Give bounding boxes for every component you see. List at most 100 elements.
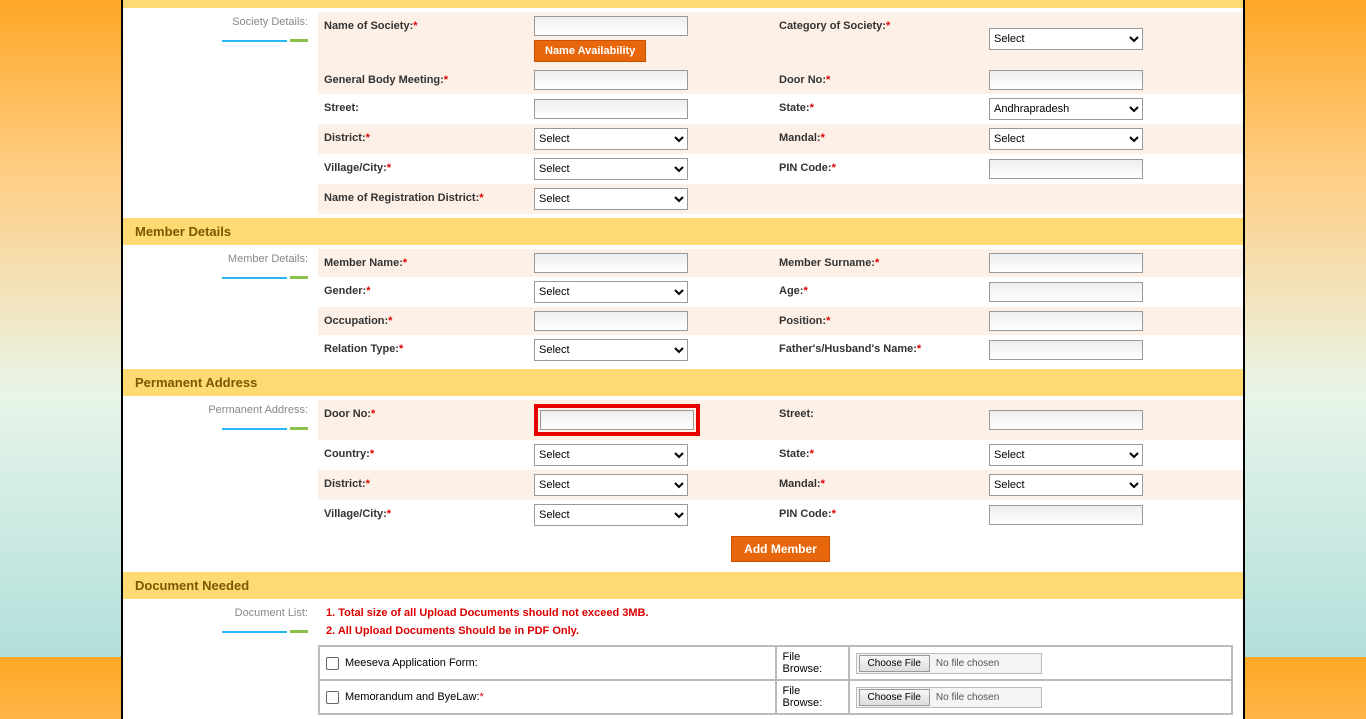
select-relation[interactable]: Select <box>534 339 688 361</box>
row-society-name: Name of Society:* Name Availability Cate… <box>318 12 1243 66</box>
label-age: Age:* <box>773 277 983 307</box>
doc-warning-1: 1. Total size of all Upload Documents sh… <box>318 603 1233 621</box>
row-village: Village/City:* Select PIN Code:* <box>318 154 1243 184</box>
member-details-sidebar: Member Details: <box>123 245 318 369</box>
row-add-member: Add Member <box>318 530 1243 568</box>
doc-label-memorandum: Memorandum and ByeLaw:* <box>345 691 484 703</box>
choose-file-button[interactable]: Choose File <box>859 689 930 706</box>
divider-icon <box>123 624 308 636</box>
document-fields: 1. Total size of all Upload Documents sh… <box>318 599 1243 719</box>
row-perm-country: Country:* Select State:* Select <box>318 440 1243 470</box>
label-pin: PIN Code:* <box>773 154 983 184</box>
permanent-address-block: Permanent Address: Door No:* Street: Cou… <box>123 396 1243 572</box>
divider-icon <box>123 270 308 282</box>
select-perm-country[interactable]: Select <box>534 444 688 466</box>
select-village[interactable]: Select <box>534 158 688 180</box>
member-fields: Member Name:* Member Surname:* Gender:* … <box>318 245 1243 369</box>
document-list-label: Document List: <box>235 607 308 622</box>
permanent-address-sidebar: Permanent Address: <box>123 396 318 572</box>
input-perm-street[interactable] <box>989 410 1143 430</box>
select-category[interactable]: Select <box>989 28 1143 50</box>
table-row: Meeseva Application Form: File Browse: C… <box>319 646 1232 680</box>
input-fh-name[interactable] <box>989 340 1143 360</box>
highlight-box <box>534 404 700 436</box>
doc-label-meeseva: Meeseva Application Form: <box>345 657 478 669</box>
document-table: Meeseva Application Form: File Browse: C… <box>318 645 1233 715</box>
input-door[interactable] <box>989 70 1143 90</box>
label-society-name: Name of Society:* <box>318 12 528 66</box>
input-gbm[interactable] <box>534 70 688 90</box>
select-state[interactable]: Andhrapradesh <box>989 98 1143 120</box>
add-member-button[interactable]: Add Member <box>731 536 830 562</box>
label-member-name: Member Name:* <box>318 249 528 277</box>
input-society-name[interactable] <box>534 16 688 36</box>
label-occupation: Occupation:* <box>318 307 528 335</box>
document-block: Document List: 1. Total size of all Uplo… <box>123 599 1243 719</box>
label-district: District:* <box>318 124 528 154</box>
label-fh-name: Father's/Husband's Name:* <box>773 335 983 365</box>
checkbox-meeseva[interactable] <box>326 657 339 670</box>
label-position: Position:* <box>773 307 983 335</box>
input-member-name[interactable] <box>534 253 688 273</box>
row-perm-village: Village/City:* Select PIN Code:* <box>318 500 1243 530</box>
document-needed-header: Document Needed <box>123 572 1243 599</box>
select-regdist[interactable]: Select <box>534 188 688 210</box>
input-position[interactable] <box>989 311 1143 331</box>
society-fields: Name of Society:* Name Availability Cate… <box>318 8 1243 218</box>
input-age[interactable] <box>989 282 1143 302</box>
top-accent-bar <box>123 0 1243 8</box>
form-container: Society Details: Name of Society:* Name … <box>121 0 1245 719</box>
document-list-sidebar: Document List: <box>123 599 318 719</box>
row-member-name: Member Name:* Member Surname:* <box>318 249 1243 277</box>
society-details-label: Society Details: <box>232 16 308 31</box>
label-perm-mandal: Mandal:* <box>773 470 983 500</box>
input-member-surname[interactable] <box>989 253 1143 273</box>
name-availability-button[interactable]: Name Availability <box>534 40 646 62</box>
row-occupation: Occupation:* Position:* <box>318 307 1243 335</box>
row-perm-district: District:* Select Mandal:* Select <box>318 470 1243 500</box>
select-perm-district[interactable]: Select <box>534 474 688 496</box>
input-pin[interactable] <box>989 159 1143 179</box>
divider-icon <box>123 33 308 45</box>
input-perm-door[interactable] <box>540 410 694 430</box>
permanent-address-header: Permanent Address <box>123 369 1243 396</box>
label-gbm: General Body Meeting:* <box>318 66 528 94</box>
label-category: Category of Society:* <box>773 12 983 66</box>
label-perm-country: Country:* <box>318 440 528 470</box>
label-perm-door: Door No:* <box>318 400 528 440</box>
label-perm-state: State:* <box>773 440 983 470</box>
label-street: Street: <box>318 94 528 124</box>
society-details-block: Society Details: Name of Society:* Name … <box>123 8 1243 218</box>
row-street: Street: State:* Andhrapradesh <box>318 94 1243 124</box>
label-state: State:* <box>773 94 983 124</box>
file-browse-label: File Browse: <box>776 680 849 714</box>
file-browse-label: File Browse: <box>776 646 849 680</box>
file-status: No file chosen <box>936 692 1039 703</box>
select-perm-mandal[interactable]: Select <box>989 474 1143 496</box>
checkbox-memorandum[interactable] <box>326 691 339 704</box>
row-district: District:* Select Mandal:* Select <box>318 124 1243 154</box>
row-perm-door: Door No:* Street: <box>318 400 1243 440</box>
input-street[interactable] <box>534 99 688 119</box>
label-perm-district: District:* <box>318 470 528 500</box>
label-door: Door No:* <box>773 66 983 94</box>
label-perm-street: Street: <box>773 400 983 440</box>
society-details-sidebar: Society Details: <box>123 8 318 218</box>
label-mandal: Mandal:* <box>773 124 983 154</box>
select-district[interactable]: Select <box>534 128 688 150</box>
table-row: Memorandum and ByeLaw:* File Browse: Cho… <box>319 680 1232 714</box>
member-details-block: Member Details: Member Name:* Member Sur… <box>123 245 1243 369</box>
row-relation: Relation Type:* Select Father's/Husband'… <box>318 335 1243 365</box>
choose-file-button[interactable]: Choose File <box>859 655 930 672</box>
label-gender: Gender:* <box>318 277 528 307</box>
input-perm-pin[interactable] <box>989 505 1143 525</box>
divider-icon <box>123 421 308 433</box>
label-perm-village: Village/City:* <box>318 500 528 530</box>
select-mandal[interactable]: Select <box>989 128 1143 150</box>
select-perm-village[interactable]: Select <box>534 504 688 526</box>
label-village: Village/City:* <box>318 154 528 184</box>
input-occupation[interactable] <box>534 311 688 331</box>
select-gender[interactable]: Select <box>534 281 688 303</box>
label-regdist: Name of Registration District:* <box>318 184 528 214</box>
select-perm-state[interactable]: Select <box>989 444 1143 466</box>
